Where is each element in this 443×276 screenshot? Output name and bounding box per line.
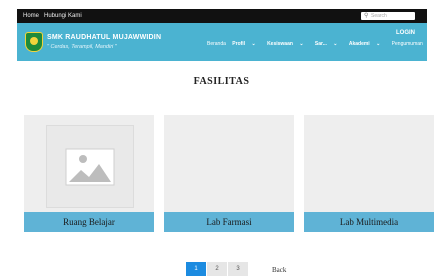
image-placeholder-icon (65, 148, 115, 186)
nav-item-akademi[interactable]: Akademi ⌄ (349, 41, 385, 47)
main-nav: Beranda Profil ⌄ Kesiswaan ⌄ Sar... ⌄ Ak… (207, 41, 428, 47)
home-link[interactable]: Home (23, 13, 39, 19)
facility-card-ruang-belajar[interactable]: Ruang Belajar (24, 115, 154, 232)
search-input[interactable]: ⚲ Search (361, 12, 415, 20)
facility-card-lab-multimedia[interactable]: Lab Multimedia (304, 115, 434, 232)
page-button-2[interactable]: 2 (207, 262, 227, 276)
facility-caption[interactable]: Lab Farmasi (164, 212, 294, 232)
chevron-down-icon: ⌄ (251, 41, 256, 47)
page-button-1[interactable]: 1 (186, 262, 206, 276)
nav-item-sarana[interactable]: Sar... ⌄ (315, 41, 343, 47)
nav-item-profil[interactable]: Profil ⌄ (232, 41, 260, 47)
logo-emblem (30, 37, 38, 45)
facility-caption[interactable]: Lab Multimedia (304, 212, 434, 232)
page-title: FASILITAS (193, 76, 250, 87)
login-button[interactable]: LOGIN (396, 30, 415, 36)
top-bar: Home Hubungi Kami ⚲ Search (17, 9, 427, 23)
site-header: SMK RAUDHATUL MUJAWWIDIN " Cerdas, Teram… (17, 23, 427, 61)
school-logo-icon[interactable] (25, 32, 43, 52)
facility-caption[interactable]: Ruang Belajar (24, 212, 154, 232)
nav-item-beranda[interactable]: Beranda (207, 41, 226, 47)
school-motto: " Cerdas, Terampil, Mandiri " (47, 44, 117, 50)
facility-image (304, 115, 434, 212)
page-button-3[interactable]: 3 (228, 262, 248, 276)
back-link[interactable]: Back (272, 266, 286, 274)
image-placeholder (46, 125, 134, 208)
search-placeholder: Search (371, 13, 387, 19)
contact-link[interactable]: Hubungi Kami (44, 13, 82, 19)
chevron-down-icon: ⌄ (333, 41, 338, 47)
facility-image (24, 115, 154, 212)
nav-item-kesiswaan[interactable]: Kesiswaan ⌄ (267, 41, 308, 47)
school-name[interactable]: SMK RAUDHATUL MUJAWWIDIN (47, 34, 161, 41)
search-icon: ⚲ (364, 13, 369, 19)
nav-item-pengumuman[interactable]: Pengumuman (392, 41, 423, 47)
facility-image (164, 115, 294, 212)
chevron-down-icon: ⌄ (376, 41, 381, 47)
facility-card-lab-farmasi[interactable]: Lab Farmasi (164, 115, 294, 232)
chevron-down-icon: ⌄ (299, 41, 304, 47)
